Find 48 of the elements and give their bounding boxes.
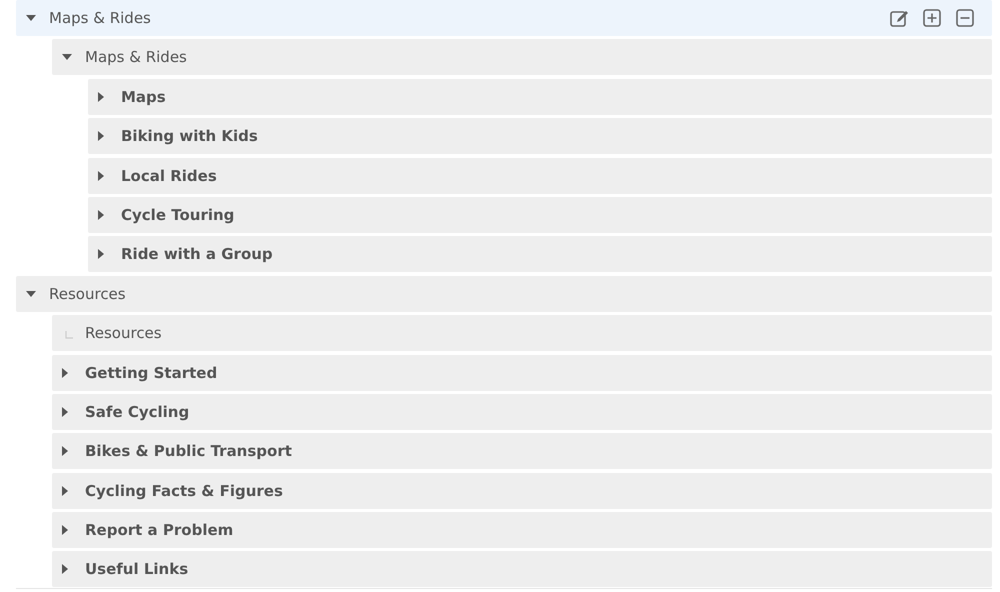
add-icon[interactable] (923, 9, 941, 27)
item-label: Local Rides (121, 166, 217, 185)
caret-down-icon[interactable] (62, 54, 72, 60)
item-label: Maps (121, 88, 166, 106)
item-label: Bikes & Public Transport (85, 442, 292, 460)
tree-item[interactable]: Ride with a Group (88, 236, 992, 272)
caret-right-icon[interactable] (62, 446, 68, 456)
tree-item[interactable]: Resources (16, 276, 992, 312)
caret-right-icon[interactable] (62, 486, 68, 496)
item-label: Report a Problem (85, 521, 234, 540)
item-label: Maps & Rides (49, 9, 151, 27)
item-label: Resources (49, 284, 126, 303)
branch-icon (65, 330, 74, 339)
edit-icon[interactable] (890, 9, 908, 27)
tree-item[interactable]: Report a Problem (52, 512, 992, 548)
caret-down-icon[interactable] (26, 15, 36, 21)
tree-item[interactable]: Maps & Rides (52, 39, 992, 76)
tree-item[interactable]: Getting Started (52, 354, 992, 391)
tree-item[interactable]: Maps & Rides (16, 0, 992, 36)
tree-item[interactable]: Cycling Facts & Figures (52, 472, 992, 509)
item-label: Resources (85, 324, 162, 342)
tree-item[interactable]: Resources (52, 315, 992, 352)
caret-right-icon[interactable] (98, 249, 104, 260)
caret-right-icon[interactable] (62, 525, 68, 536)
tree-item[interactable]: Safe Cycling (52, 394, 992, 430)
item-label: Biking with Kids (121, 127, 258, 146)
tree-item[interactable]: Maps (88, 78, 992, 115)
caret-down-icon[interactable] (26, 290, 36, 297)
caret-right-icon[interactable] (62, 368, 68, 378)
item-label: Safe Cycling (85, 402, 190, 421)
item-label: Ride with a Group (121, 245, 273, 264)
item-label: Maps & Rides (85, 48, 187, 66)
tree-item[interactable]: Local Rides (88, 158, 992, 194)
tree-item[interactable]: Bikes & Public Transport (52, 433, 992, 470)
tree-item[interactable]: Cycle Touring (88, 196, 992, 233)
item-label: Cycling Facts & Figures (85, 482, 283, 500)
item-label: Getting Started (85, 364, 218, 382)
caret-right-icon[interactable] (98, 92, 104, 102)
remove-icon[interactable] (956, 9, 974, 27)
caret-right-icon[interactable] (98, 170, 104, 181)
tree-item[interactable]: Biking with Kids (88, 118, 992, 154)
item-label: Cycle Touring (121, 206, 234, 224)
item-label: Useful Links (85, 560, 188, 578)
caret-right-icon[interactable] (98, 210, 104, 220)
tree-item[interactable]: Useful Links (52, 551, 992, 588)
caret-right-icon[interactable] (62, 406, 68, 417)
caret-right-icon[interactable] (62, 564, 68, 574)
caret-right-icon[interactable] (98, 131, 104, 142)
